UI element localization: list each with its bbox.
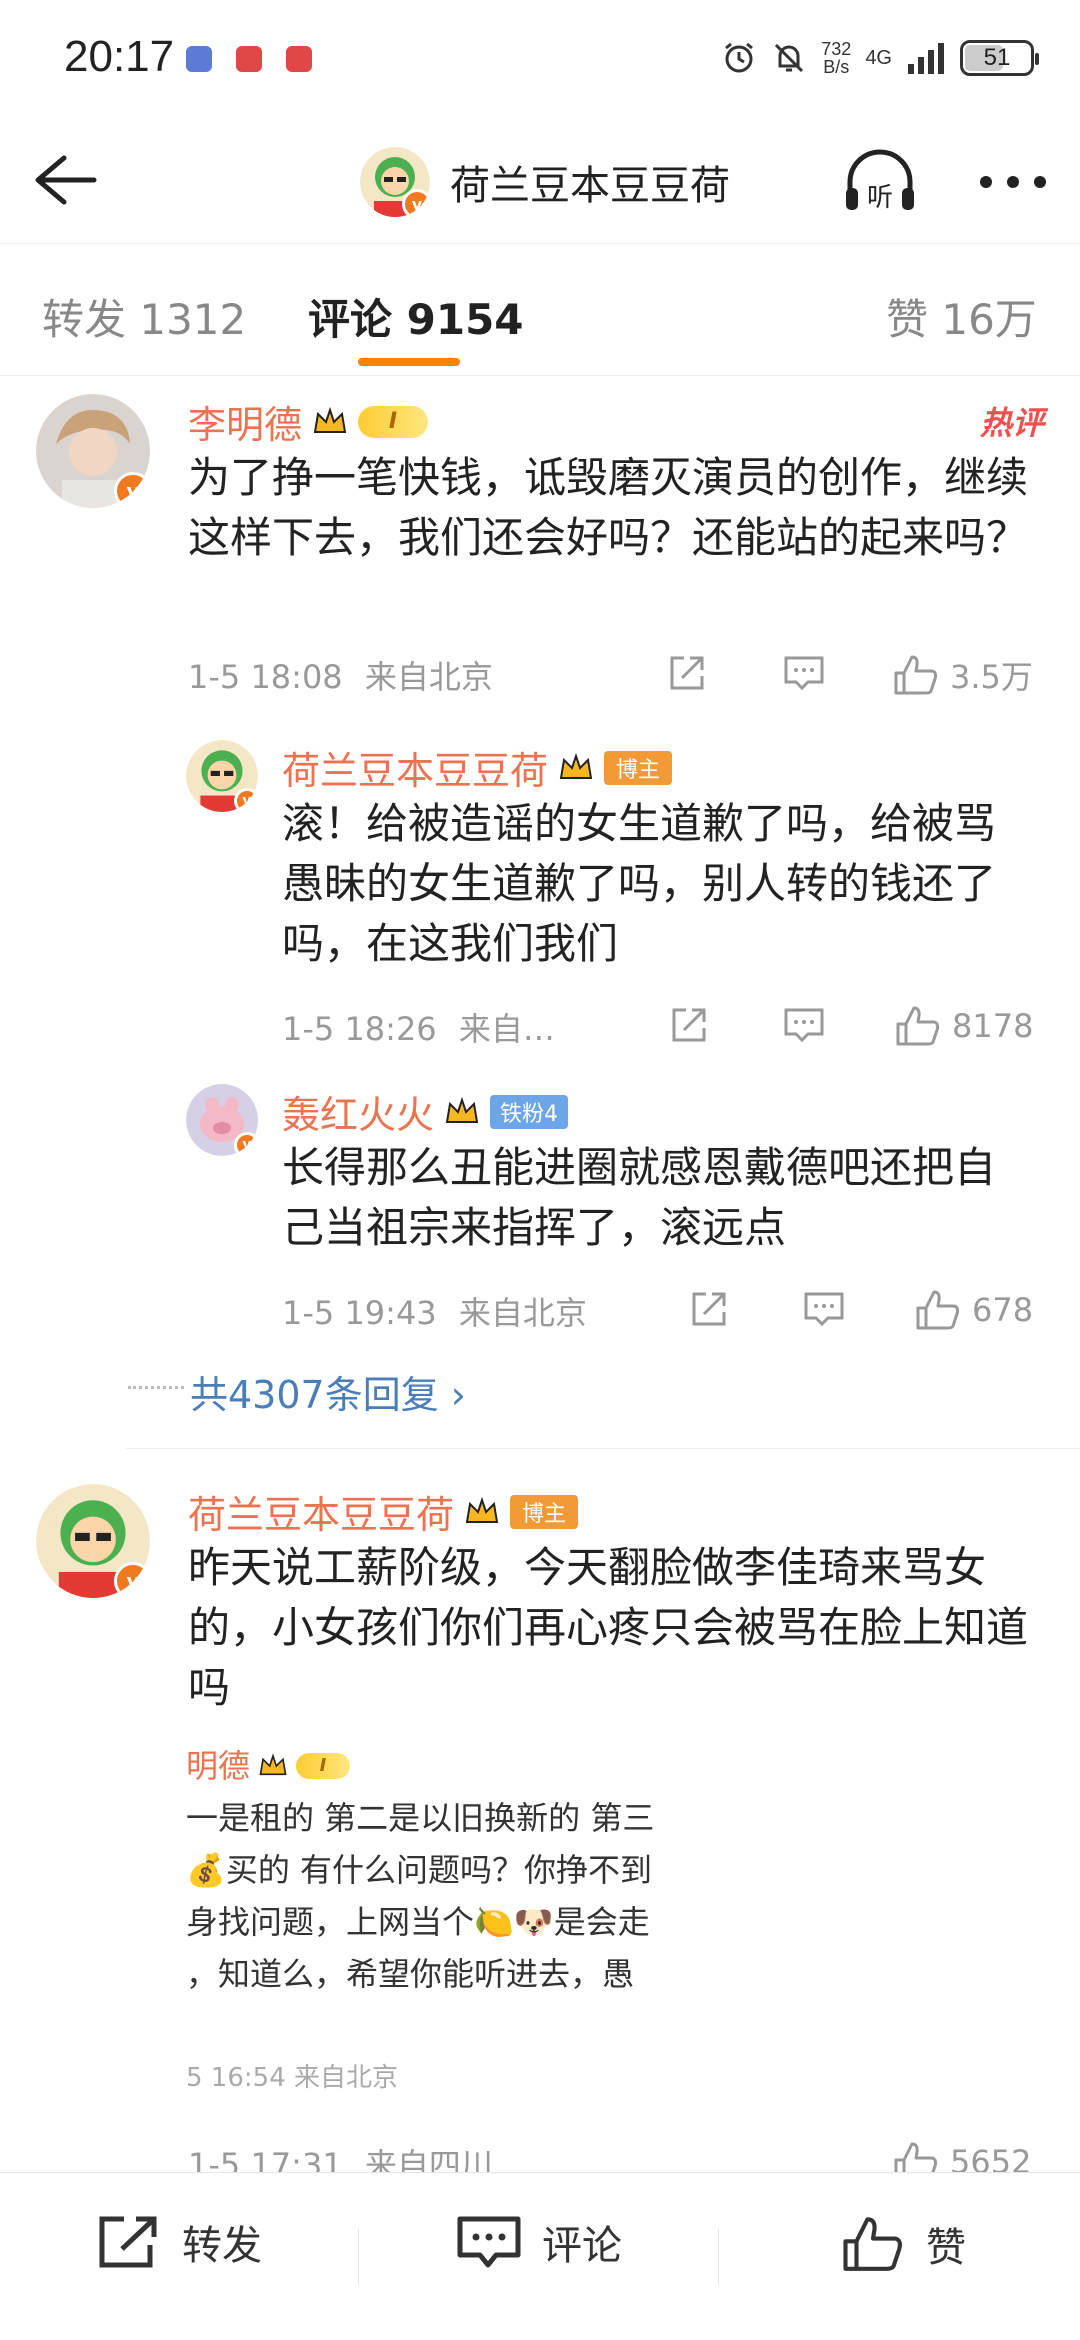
like-count: 8178 (952, 1007, 1034, 1045)
quoted-time: 5 16:54 (186, 2063, 286, 2093)
comment-icon (457, 2216, 521, 2268)
like-icon[interactable] (894, 1004, 942, 1048)
comment-text: 为了挣一笔快钱，诋毁磨灭演员的创作，继续这样下去，我们还会好吗？还能站的起来吗？ (188, 453, 1029, 562)
quoted-text-line: 💰买的 有什么问题吗？你挣不到 (186, 1851, 653, 1889)
level-badge: I (296, 1753, 351, 1779)
reply-username[interactable]: 轰红火火 (282, 1084, 434, 1139)
comment-icon[interactable] (782, 652, 826, 694)
nav-user[interactable]: v 荷兰豆本豆豆荷 (360, 142, 730, 222)
like-icon[interactable] (914, 1288, 962, 1332)
divider (358, 2229, 359, 2285)
reply-location: 来自… (458, 1010, 555, 1048)
more-icon[interactable] (978, 172, 1048, 192)
comment-separator (126, 1448, 1080, 1449)
quoted-text-line: ，知道么，希望你能听进去，愚 (186, 1955, 635, 1993)
comment-icon[interactable] (802, 1288, 846, 1330)
crown-icon (445, 1096, 479, 1123)
like-icon (843, 2217, 902, 2271)
divider (718, 2229, 719, 2285)
reply-location: 来自北京 (458, 1294, 587, 1332)
active-tab-indicator (358, 358, 460, 366)
battery-indicator: 51 (960, 40, 1039, 76)
reply-text: 长得那么丑能进圈就感恩戴德吧还把自己当祖宗来指挥了，滚远点 (282, 1143, 997, 1252)
network-speed: 732 B/s (821, 39, 852, 77)
comment-icon[interactable] (782, 1004, 826, 1046)
crown-icon (559, 752, 593, 779)
level-badge: I (358, 405, 429, 438)
hot-comment-badge: 热评 (979, 404, 1044, 442)
comment-label: 评论 (542, 2223, 622, 2269)
mute-bell-icon (775, 43, 804, 73)
replies-divider (128, 1386, 184, 1389)
repost-icon (99, 2216, 157, 2268)
crown-icon (465, 1496, 499, 1523)
tab-comments[interactable]: 评论 9154 (308, 286, 524, 347)
reply-time: 1-5 19:43 (282, 1294, 437, 1332)
signal-icon (908, 43, 944, 74)
avatar[interactable]: v (36, 1484, 150, 1598)
quoted-username: 明德 (186, 1747, 251, 1785)
comment-text: 昨天说工薪阶级，今天翻脸做李佳琦来骂女的，小女孩们你们再心疼只会被骂在脸上知道吗 (188, 1543, 1029, 1712)
author-tag: 博主 (510, 1494, 579, 1529)
status-time: 20:17 (64, 32, 175, 81)
like-label: 赞 (926, 2225, 966, 2271)
comment-time: 1-5 18:08 (188, 658, 343, 696)
listen-headphone-icon[interactable]: 听 (842, 148, 918, 216)
share-icon[interactable] (666, 652, 708, 694)
tab-bar: 转发 1312 评论 9154 赞 16万 (0, 246, 1080, 376)
avatar[interactable]: v (36, 394, 150, 508)
crown-icon (259, 1753, 287, 1776)
avatar[interactable]: v (186, 740, 258, 812)
share-icon[interactable] (668, 1004, 710, 1046)
view-more-replies-link[interactable]: 共4307条回复 › (190, 1364, 466, 1419)
bottom-action-bar: 转发 评论 赞 (0, 2172, 1080, 2340)
like-count: 678 (972, 1291, 1034, 1329)
like-icon[interactable] (892, 653, 940, 697)
status-bar: 20:17 732 B/s 4G 51 (0, 0, 1080, 120)
reply-username[interactable]: 荷兰豆本豆豆荷 (282, 740, 548, 795)
fan-level-tag: 铁粉4 (490, 1094, 569, 1129)
comment-username[interactable]: 荷兰豆本豆豆荷 (188, 1484, 454, 1539)
app-notification-icon (186, 46, 212, 72)
alarm-icon (725, 42, 754, 73)
avatar[interactable]: v (186, 1084, 258, 1156)
quoted-comment-image[interactable]: 明德 I 一是租的 第二是以旧换新的 第三 💰买的 有什么问题吗？你挣不到 身找… (186, 1740, 676, 2110)
reply-time: 1-5 18:26 (282, 1010, 437, 1048)
top-nav: v 荷兰豆本豆豆荷 听 (0, 120, 1080, 244)
tab-likes[interactable]: 赞 16万 (886, 286, 1037, 347)
reply-text: 滚！给被造谣的女生道歉了吗，给被骂愚昧的女生道歉了吗，别人转的钱还了吗，在这我们… (282, 799, 997, 968)
quoted-text-line: 一是租的 第二是以旧换新的 第三 (186, 1799, 655, 1837)
avatar[interactable]: v (360, 147, 430, 217)
quoted-text-line: 身找问题，上网当个🍋🐶是会走 (186, 1903, 650, 1941)
crown-icon (313, 406, 347, 433)
repost-button[interactable]: 转发 (96, 2213, 262, 2271)
comment-button[interactable]: 评论 (456, 2213, 622, 2271)
app-notification-icon (236, 46, 262, 72)
back-arrow-icon[interactable] (30, 150, 100, 210)
page-title: 荷兰豆本豆豆荷 (450, 163, 730, 209)
like-button[interactable]: 赞 (840, 2213, 966, 2275)
app-notification-icon (286, 46, 312, 72)
tab-repost[interactable]: 转发 1312 (42, 286, 246, 347)
comment-username[interactable]: 李明德 (188, 394, 302, 449)
comment-location: 来自北京 (364, 658, 493, 696)
like-count: 3.5万 (950, 658, 1033, 696)
listen-label: 听 (867, 183, 893, 213)
network-type: 4G (865, 47, 892, 69)
quoted-location: 来自北京 (294, 2063, 399, 2093)
share-icon[interactable] (688, 1288, 730, 1330)
repost-label: 转发 (182, 2223, 262, 2269)
author-tag: 博主 (604, 750, 673, 785)
